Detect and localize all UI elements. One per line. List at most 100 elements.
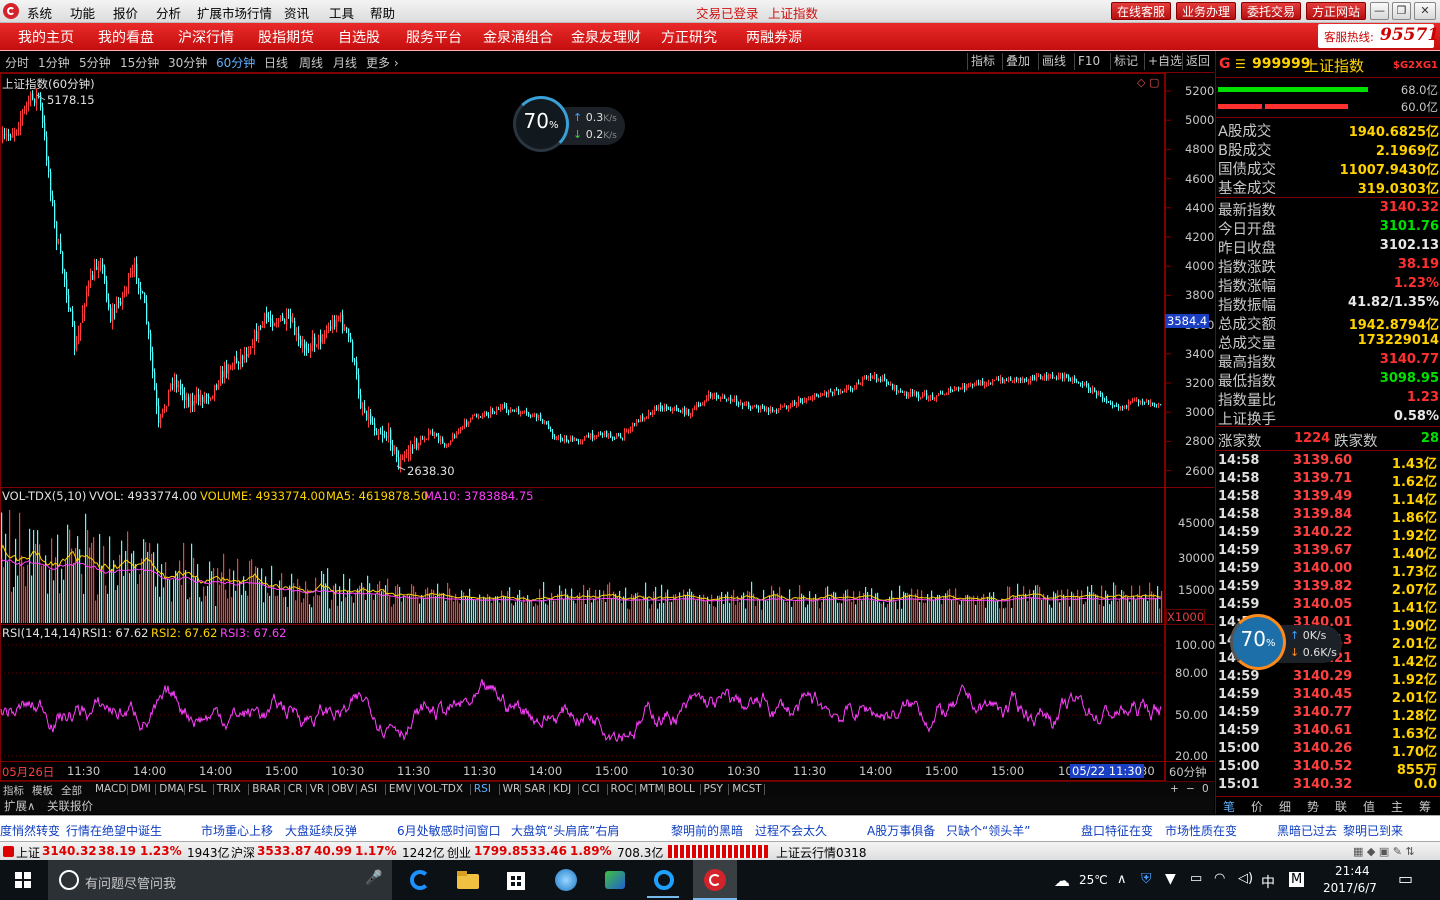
period-5m[interactable]: 5分钟 bbox=[79, 54, 111, 71]
microphone-icon[interactable]: 🎤 bbox=[365, 870, 382, 886]
news-headline[interactable]: 大盘延续反弹 bbox=[285, 822, 357, 839]
nav-market[interactable]: 沪深行情 bbox=[178, 27, 234, 47]
browser360-taskbar-icon[interactable] bbox=[550, 864, 582, 896]
menu-help[interactable]: 帮助 bbox=[370, 3, 395, 22]
related-quote-button[interactable]: 关联报价 bbox=[47, 798, 93, 814]
indicator-zoom-control[interactable]: + bbox=[1170, 783, 1179, 795]
menu-tools[interactable]: 工具 bbox=[329, 3, 354, 22]
ime-mode-indicator[interactable]: M bbox=[1289, 872, 1305, 887]
tray-chevron-icon[interactable]: ∧ bbox=[1117, 872, 1127, 887]
indicator-tab[interactable]: PSY bbox=[704, 783, 723, 795]
panel-tab[interactable]: 势 bbox=[1307, 798, 1319, 815]
display-icon[interactable]: ▭ bbox=[1190, 871, 1202, 886]
indicator-tab[interactable]: OBV bbox=[332, 783, 354, 795]
indicator-tab[interactable]: FSL bbox=[188, 783, 206, 795]
nav-wealth[interactable]: 金泉友理财 bbox=[571, 27, 641, 47]
indicator-side-tab[interactable]: 模板 bbox=[32, 783, 53, 798]
indicator-zoom-control[interactable]: 0 bbox=[1202, 783, 1209, 795]
news-headline[interactable]: 市场重心上移 bbox=[201, 822, 273, 839]
indicator-tab[interactable]: SAR bbox=[524, 783, 545, 795]
period-30m[interactable]: 30分钟 bbox=[168, 54, 207, 71]
tick-row[interactable]: 14:59 3140.05 1.41亿 bbox=[1218, 597, 1439, 616]
founder-app-taskbar-icon[interactable] bbox=[693, 860, 737, 900]
indicator-tab[interactable]: MTM bbox=[639, 783, 664, 795]
period-more[interactable]: 更多 › bbox=[366, 54, 399, 71]
cloud-quote-label[interactable]: 上证云行情0318 bbox=[776, 844, 867, 861]
tick-row[interactable]: 14:58 3139.84 1.86亿 bbox=[1218, 507, 1439, 526]
panel-tab[interactable]: 细 bbox=[1279, 798, 1291, 815]
trade-button[interactable]: 委托交易 bbox=[1241, 2, 1302, 20]
menu-system[interactable]: 系统 bbox=[27, 3, 52, 22]
cortana-search-box[interactable]: 有问题尽管问我 🎤 bbox=[48, 860, 392, 900]
tick-row[interactable]: 14:59 3140.00 1.73亿 bbox=[1218, 561, 1439, 580]
indicator-tab[interactable]: BRAR bbox=[252, 783, 281, 795]
status-tray-icons[interactable]: ▦ ◆ ▣ ✎ ⇅ bbox=[1353, 845, 1433, 858]
indicator-tab[interactable]: TRIX bbox=[217, 783, 241, 795]
period-1m[interactable]: 1分钟 bbox=[38, 54, 70, 71]
news-headline[interactable]: 大盘筑“头肩底”右肩 bbox=[511, 822, 619, 839]
explorer-taskbar-icon[interactable] bbox=[451, 864, 483, 896]
news-headline[interactable]: 黎明已到来 bbox=[1343, 822, 1403, 839]
business-button[interactable]: 业务办理 bbox=[1176, 2, 1237, 20]
news-headline[interactable]: 6月处敏感时间窗口 bbox=[397, 822, 501, 839]
tool-indicator[interactable]: 指标 bbox=[967, 53, 998, 70]
nav-service[interactable]: 服务平台 bbox=[406, 27, 462, 47]
menu-ext-market[interactable]: 扩展市场行情 bbox=[197, 3, 272, 22]
panel-tab[interactable]: 价 bbox=[1251, 798, 1263, 815]
news-headline[interactable]: 度悄然转变 bbox=[0, 822, 60, 839]
tick-row[interactable]: 14:58 3139.60 1.43亿 bbox=[1218, 453, 1439, 472]
period-day[interactable]: 日线 bbox=[264, 54, 288, 71]
indicator-tab[interactable]: VOL-TDX bbox=[418, 783, 463, 795]
windows-start-icon[interactable] bbox=[15, 872, 31, 888]
nav-home[interactable]: 我的主页 bbox=[18, 27, 74, 47]
tick-row[interactable]: 15:00 3140.26 1.70亿 bbox=[1218, 741, 1439, 760]
tick-row[interactable]: 14:58 3139.49 1.14亿 bbox=[1218, 489, 1439, 508]
nav-research[interactable]: 方正研究 bbox=[661, 27, 717, 47]
indicator-tab[interactable]: CR bbox=[288, 783, 303, 795]
close-button[interactable]: ✕ bbox=[1414, 2, 1436, 20]
tick-row[interactable]: 14:59 3140.61 1.63亿 bbox=[1218, 723, 1439, 742]
ime-indicator[interactable]: 中 bbox=[1261, 872, 1275, 892]
chart-svg[interactable] bbox=[0, 73, 1214, 781]
tool-mark[interactable]: 标记 bbox=[1110, 53, 1141, 70]
panel-tab[interactable]: 主 bbox=[1391, 798, 1403, 815]
minimize-button[interactable]: — bbox=[1370, 2, 1389, 20]
nav-futures[interactable]: 股指期货 bbox=[258, 27, 314, 47]
indicator-side-tab[interactable]: 指标 bbox=[3, 783, 24, 798]
volume-icon[interactable]: ◁) bbox=[1238, 871, 1253, 886]
website-button[interactable]: 方正网站 bbox=[1306, 2, 1367, 20]
tool-back[interactable]: 返回 bbox=[1182, 53, 1213, 70]
tool-add-watch[interactable]: +自选 bbox=[1144, 53, 1185, 70]
security-icon[interactable]: ▼ bbox=[1165, 871, 1176, 887]
period-60m[interactable]: 60分钟 bbox=[216, 54, 255, 71]
indicator-tab[interactable]: MACD bbox=[95, 783, 126, 795]
news-headline[interactable]: A股万事俱备 bbox=[867, 822, 935, 839]
network-app-taskbar-icon[interactable] bbox=[599, 864, 631, 896]
tool-f10[interactable]: F10 bbox=[1074, 53, 1103, 70]
menu-info[interactable]: 资讯 bbox=[284, 3, 309, 22]
tick-row[interactable]: 14:58 3139.71 1.62亿 bbox=[1218, 471, 1439, 490]
indicator-tab[interactable]: WR bbox=[503, 783, 521, 795]
indicator-tab[interactable]: DMI bbox=[131, 783, 151, 795]
panel-tab[interactable]: 笔 bbox=[1223, 798, 1235, 815]
nav-margin[interactable]: 两融券源 bbox=[746, 27, 802, 47]
news-headline[interactable]: 市场性质在变 bbox=[1165, 822, 1237, 839]
news-headline[interactable]: 黑暗已过去 bbox=[1277, 822, 1337, 839]
nav-portfolio[interactable]: 金泉涌组合 bbox=[483, 27, 553, 47]
tick-row[interactable]: 14:59 3139.67 1.40亿 bbox=[1218, 543, 1439, 562]
panel-menu-icon[interactable]: ☰ bbox=[1235, 57, 1246, 71]
news-headline[interactable]: 行情在绝望中诞生 bbox=[66, 822, 162, 839]
panel-tab[interactable]: 值 bbox=[1363, 798, 1375, 815]
news-headline[interactable]: 过程不会太久 bbox=[755, 822, 827, 839]
tick-row[interactable]: 14:59 3139.82 2.07亿 bbox=[1218, 579, 1439, 598]
menu-quote[interactable]: 报价 bbox=[113, 3, 138, 22]
online-service-button[interactable]: 在线客服 bbox=[1111, 2, 1172, 20]
chart-diamond-icon[interactable]: ◇ ▢ bbox=[1137, 76, 1159, 89]
tool-overlay[interactable]: 叠加 bbox=[1002, 53, 1033, 70]
indicator-side-tab[interactable]: 全部 bbox=[61, 783, 82, 798]
tick-row[interactable]: 14:59 3140.22 1.92亿 bbox=[1218, 525, 1439, 544]
restore-button[interactable]: ❐ bbox=[1392, 2, 1411, 20]
tick-row[interactable]: 15:01 3140.32 0.0 bbox=[1218, 777, 1439, 795]
menu-function[interactable]: 功能 bbox=[70, 3, 95, 22]
wifi-icon[interactable]: ◠ bbox=[1214, 871, 1225, 886]
